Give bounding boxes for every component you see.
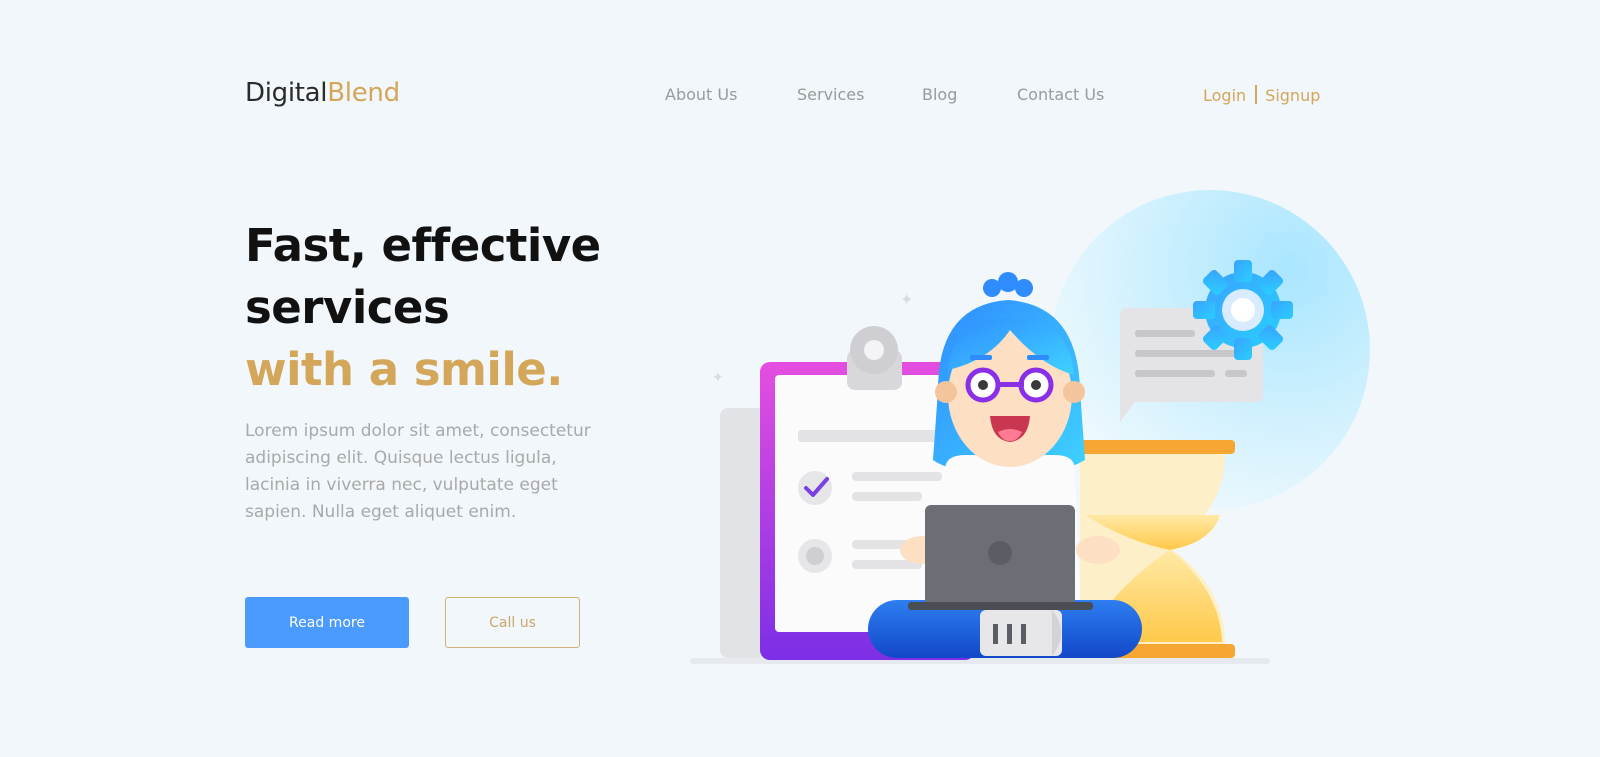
laptop-icon — [908, 505, 1093, 610]
sparkle-icon: ✦ — [712, 370, 724, 386]
nav-item-services[interactable]: Services — [797, 85, 864, 104]
nav-item-about-us[interactable]: About Us — [665, 85, 737, 104]
read-more-button[interactable]: Read more — [245, 597, 409, 648]
auth-divider — [1255, 85, 1258, 104]
signup-link[interactable]: Signup — [1265, 86, 1320, 105]
hero-title: Fast, effective services with a smile. — [245, 215, 601, 401]
hero-title-line-3: with a smile. — [245, 343, 563, 396]
hero-illustration: ✦ ✦ — [690, 190, 1370, 664]
gear-icon — [1193, 260, 1293, 360]
hero-title-line-2: services — [245, 281, 450, 334]
auth-links: Login Signup — [1203, 85, 1320, 105]
nav-item-contact-us[interactable]: Contact Us — [1017, 85, 1104, 104]
sparkle-icon: ✦ — [900, 290, 913, 309]
main-nav: About Us Services Blog Contact Us — [0, 85, 1600, 109]
hero-title-line-1: Fast, effective — [245, 219, 601, 272]
login-link[interactable]: Login — [1203, 86, 1246, 105]
hero-description: Lorem ipsum dolor sit amet, consectetur … — [245, 421, 591, 522]
call-us-button[interactable]: Call us — [445, 597, 580, 648]
nav-item-blog[interactable]: Blog — [922, 85, 957, 104]
